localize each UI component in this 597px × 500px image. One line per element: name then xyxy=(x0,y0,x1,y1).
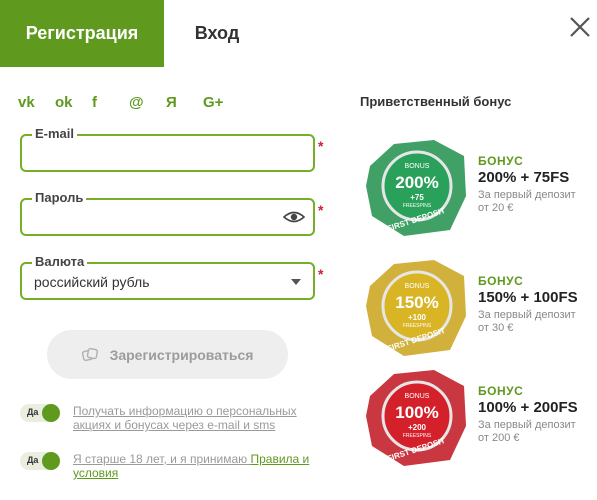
bonus-value: 150% + 100FS xyxy=(478,289,578,306)
bonus-note: За первый депозит xyxy=(478,189,576,201)
terms-consent-row: Да Я старше 18 лет, и я принимаю Правила… xyxy=(20,452,333,480)
password-field[interactable]: Пароль xyxy=(20,190,315,236)
newsletter-consent-label: Получать информацию о персональных акция… xyxy=(73,404,297,432)
register-button-label: Зарегистрироваться xyxy=(109,346,254,363)
google-plus-icon[interactable]: G+ xyxy=(203,91,240,113)
yandex-icon[interactable]: Я xyxy=(166,91,203,113)
toggle-state-label: Да xyxy=(27,455,39,465)
chevron-down-icon xyxy=(291,279,301,285)
bonus-badge-icon: BONUS 150% +100 FREESPINS FIRST DEPOSIT xyxy=(366,260,466,356)
toggle-knob xyxy=(42,404,60,422)
bonus-note: За первый депозит xyxy=(478,419,576,431)
email-field[interactable]: E-mail xyxy=(20,126,315,172)
welcome-bonus-title: Приветственный бонус xyxy=(360,94,512,109)
tab-registration[interactable]: Регистрация xyxy=(0,0,164,67)
facebook-icon[interactable]: f xyxy=(92,91,129,113)
badge-fs-label: FREESPINS xyxy=(403,323,432,329)
required-mark: * xyxy=(318,266,324,282)
required-mark: * xyxy=(318,138,324,154)
social-login-list: vk ok f @ Я G+ xyxy=(18,91,240,113)
odnoklassniki-icon[interactable]: ok xyxy=(55,91,92,113)
bonus-note-min: от 200 € xyxy=(478,432,520,444)
toggle-state-label: Да xyxy=(27,407,39,417)
terms-toggle[interactable]: Да xyxy=(20,452,60,470)
bonus-kicker: БОНУС xyxy=(478,384,524,398)
bonus-note-min: от 30 € xyxy=(478,322,514,334)
badge-percent-text: 150% xyxy=(395,293,438,312)
show-password-icon[interactable] xyxy=(283,209,305,225)
required-mark: * xyxy=(318,202,324,218)
badge-top-text: BONUS xyxy=(405,393,430,400)
badge-percent-text: 100% xyxy=(395,403,438,422)
badge-top-text: BONUS xyxy=(405,163,430,170)
newsletter-toggle[interactable]: Да xyxy=(20,404,60,422)
badge-fs-label: FREESPINS xyxy=(403,433,432,439)
bonus-kicker: БОНУС xyxy=(478,274,524,288)
bonus-value: 200% + 75FS xyxy=(478,169,570,186)
bonus-item: BONUS 100% +200 FREESPINS FIRST DEPOSIT … xyxy=(364,366,594,476)
vk-icon[interactable]: vk xyxy=(18,91,55,113)
tab-login[interactable]: Вход xyxy=(164,0,270,67)
badge-top-text: BONUS xyxy=(405,283,430,290)
badge-percent-text: 200% xyxy=(395,173,438,192)
close-icon[interactable] xyxy=(567,14,593,40)
register-button[interactable]: Зарегистрироваться xyxy=(47,330,288,379)
bonus-value: 100% + 200FS xyxy=(478,399,578,416)
currency-value: российский рубль xyxy=(34,274,150,290)
toggle-knob xyxy=(42,452,60,470)
dice-icon xyxy=(81,347,98,361)
bonus-item: BONUS 150% +100 FREESPINS FIRST DEPOSIT … xyxy=(364,256,594,366)
bonus-badge-icon: BONUS 200% +75 FREESPINS FIRST DEPOSIT xyxy=(366,140,466,236)
password-label: Пароль xyxy=(32,190,87,206)
badge-fs-text: +200 xyxy=(408,423,427,432)
email-label: E-mail xyxy=(32,126,78,142)
badge-fs-label: FREESPINS xyxy=(403,203,432,209)
bonus-badge-icon: BONUS 100% +200 FREESPINS FIRST DEPOSIT xyxy=(366,370,466,466)
terms-consent-label: Я старше 18 лет, и я принимаю xyxy=(73,452,251,466)
terms-consent-text: Я старше 18 лет, и я принимаю Правила и … xyxy=(73,452,333,480)
newsletter-consent-row: Да Получать информацию о персональных ак… xyxy=(20,404,333,432)
bonus-kicker: БОНУС xyxy=(478,154,524,168)
badge-fs-text: +100 xyxy=(408,313,427,322)
badge-fs-text: +75 xyxy=(410,193,424,202)
currency-select[interactable]: Валюта российский рубль xyxy=(20,254,315,300)
mailru-icon[interactable]: @ xyxy=(129,91,166,113)
bonus-item: BONUS 200% +75 FREESPINS FIRST DEPOSIT Б… xyxy=(364,136,594,246)
currency-label: Валюта xyxy=(32,254,88,270)
bonus-note: За первый депозит xyxy=(478,309,576,321)
bonus-note-min: от 20 € xyxy=(478,202,514,214)
newsletter-consent-text: Получать информацию о персональных акция… xyxy=(73,404,333,432)
